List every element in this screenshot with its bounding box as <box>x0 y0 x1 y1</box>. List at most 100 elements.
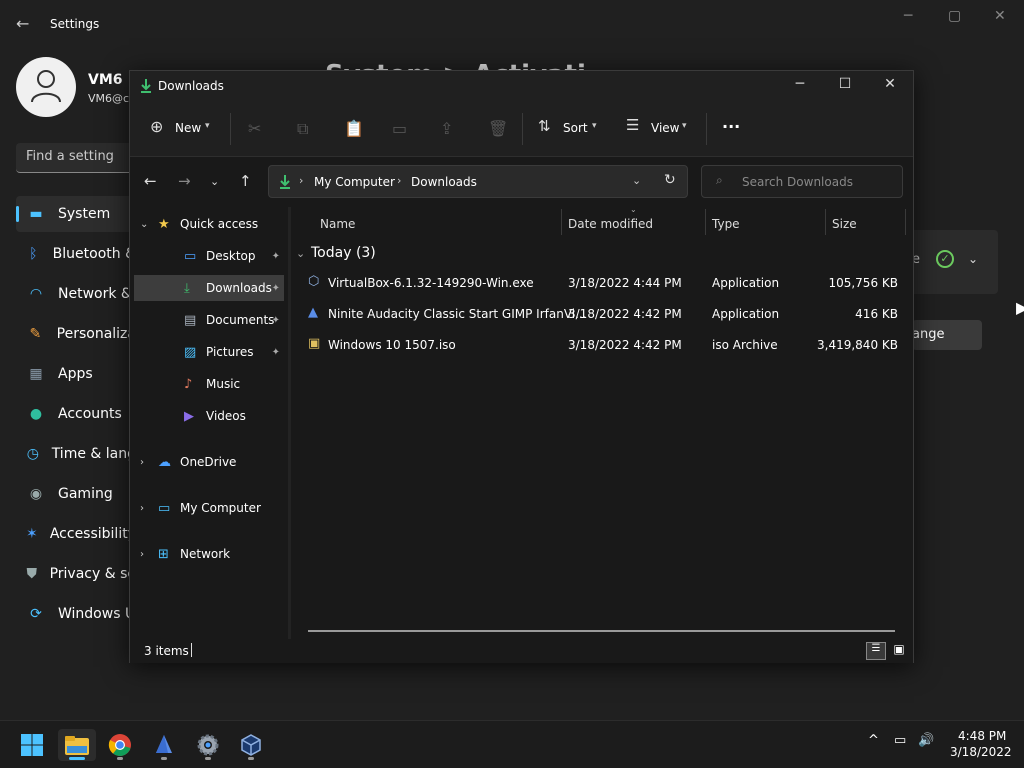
back-arrow-icon[interactable]: ← <box>144 172 157 190</box>
network-status-icon[interactable]: ▭ <box>894 733 906 748</box>
settings-nav-item[interactable]: ◷ Time & lang <box>16 436 136 472</box>
chevron-down-icon[interactable]: ▾ <box>682 121 687 131</box>
settings-nav-item[interactable]: ▦ Apps <box>16 356 136 392</box>
expand-chevron-down-icon[interactable]: ⌄ <box>140 219 148 230</box>
tree-item[interactable]: ⤓ Downloads ✦ <box>134 275 284 301</box>
pin-icon[interactable]: ✦ <box>272 347 280 358</box>
file-row[interactable]: ▲ Ninite Audacity Classic Start GIMP Irfa… <box>306 299 906 330</box>
up-arrow-icon[interactable]: ↑ <box>239 172 252 190</box>
view-icon[interactable]: ☰ <box>626 116 639 134</box>
column-separator[interactable] <box>561 209 562 235</box>
column-header-type[interactable]: Type <box>712 217 740 231</box>
cut-icon[interactable]: ✂ <box>248 119 261 138</box>
chrome-icon[interactable] <box>103 729 137 761</box>
tree-item[interactable]: › ⊞ Network <box>134 541 284 567</box>
file-row[interactable]: ⬡ VirtualBox-6.1.32-149290-Win.exe 3/18/20… <box>306 268 906 299</box>
settings-nav-item[interactable]: ⟳ Windows U <box>16 596 136 632</box>
column-header-size[interactable]: Size <box>832 217 857 231</box>
address-bar[interactable]: › My Computer › Downloads ⌄ ↻ <box>268 165 688 198</box>
forward-arrow-icon[interactable]: → <box>178 172 191 190</box>
clock-date[interactable]: 3/18/2022 <box>950 745 1012 759</box>
file-row[interactable]: ▣ Windows 10 1507.iso 3/18/2022 4:42 PM iso… <box>306 330 906 361</box>
tree-item[interactable]: ⌄ ★ Quick access <box>134 211 284 237</box>
share-icon[interactable]: ⇪ <box>440 119 453 138</box>
details-view-icon[interactable]: ☰ <box>866 642 886 660</box>
horizontal-scrollbar[interactable] <box>308 630 895 632</box>
column-header-date[interactable]: Date modified <box>568 217 653 231</box>
settings-nav-item[interactable]: ▬ System <box>16 196 136 232</box>
new-button[interactable]: New <box>175 121 201 135</box>
maximize-icon[interactable]: ▢ <box>948 8 961 24</box>
activation-panel[interactable]: e ✓ ⌄ <box>912 230 998 294</box>
pin-icon[interactable]: ✦ <box>272 283 280 294</box>
tree-item-label: Documents <box>206 313 275 327</box>
chevron-down-icon[interactable]: ▾ <box>205 121 210 131</box>
chevron-down-icon[interactable]: ⌄ <box>968 252 978 266</box>
windows-start-icon[interactable] <box>15 729 49 761</box>
tree-item[interactable]: › ▭ My Computer <box>134 495 284 521</box>
clock-time[interactable]: 4:48 PM <box>958 729 1006 743</box>
recent-locations-chevron-icon[interactable]: ⌄ <box>210 175 219 188</box>
pin-icon[interactable]: ✦ <box>272 251 280 262</box>
pin-icon[interactable]: ✦ <box>272 315 280 326</box>
group-collapse-chevron-icon[interactable]: ⌄ <box>296 247 305 260</box>
file-explorer-window[interactable]: Downloads ─ ☐ ✕ ⊕ New ▾ ✂ ⧉ 📋 ▭ ⇪ 🗑 ⇅ So… <box>129 70 914 663</box>
virtualbox-icon[interactable] <box>234 729 268 761</box>
column-separator[interactable] <box>905 209 906 235</box>
tree-item[interactable]: ♪ Music <box>134 371 284 397</box>
breadcrumb-root[interactable]: My Computer <box>314 175 395 189</box>
expand-chevron-right-icon[interactable]: › <box>140 457 144 468</box>
settings-nav-item[interactable]: ᛒ Bluetooth & <box>16 236 136 272</box>
settings-nav-item[interactable]: ◉ Gaming <box>16 476 136 512</box>
sort-indicator-icon: ⌄ <box>630 205 637 214</box>
sort-button[interactable]: Sort <box>563 121 588 135</box>
show-hidden-icons-chevron-icon[interactable]: ^ <box>868 733 879 748</box>
paste-icon[interactable]: 📋 <box>344 119 364 138</box>
rename-icon[interactable]: ▭ <box>392 119 407 138</box>
refresh-icon[interactable]: ↻ <box>664 172 676 188</box>
settings-nav-item[interactable]: ◠ Network & <box>16 276 136 312</box>
settings-nav-item[interactable]: ⛊ Privacy & se <box>16 556 136 592</box>
change-button[interactable]: ange <box>912 320 982 350</box>
volume-icon[interactable]: 🔊 <box>918 733 934 748</box>
chevron-down-icon[interactable]: ⌄ <box>632 174 641 187</box>
title-bar[interactable]: Downloads ─ ☐ ✕ <box>130 71 913 103</box>
breadcrumb-current[interactable]: Downloads <box>411 175 477 189</box>
tree-item[interactable]: ▭ Desktop ✦ <box>134 243 284 269</box>
column-header-name[interactable]: Name <box>320 217 355 231</box>
ninite-icon[interactable] <box>147 729 181 761</box>
settings-nav-item[interactable]: ✎ Personaliza <box>16 316 136 352</box>
new-plus-icon[interactable]: ⊕ <box>150 117 163 136</box>
running-indicator <box>161 757 167 760</box>
close-icon[interactable]: ✕ <box>994 8 1006 24</box>
expand-chevron-right-icon[interactable]: › <box>140 549 144 560</box>
settings-search-input[interactable]: Find a setting <box>16 143 136 173</box>
delete-icon[interactable]: 🗑 <box>488 119 508 138</box>
more-options-button[interactable]: ... <box>722 113 740 132</box>
expand-chevron-right-icon[interactable]: › <box>140 503 144 514</box>
sort-icon[interactable]: ⇅ <box>538 117 551 135</box>
settings-gear-icon[interactable] <box>191 729 225 761</box>
copy-icon[interactable]: ⧉ <box>297 119 308 139</box>
tree-item[interactable]: ▤ Documents ✦ <box>134 307 284 333</box>
minimize-icon[interactable]: ─ <box>780 76 820 98</box>
chevron-down-icon[interactable]: ▾ <box>592 121 597 131</box>
search-input[interactable]: ⌕ Search Downloads <box>701 165 903 198</box>
group-header[interactable]: Today (3) <box>311 245 376 261</box>
file-explorer-icon[interactable] <box>58 729 96 761</box>
settings-nav-item[interactable]: ● Accounts <box>16 396 136 432</box>
back-arrow-icon[interactable]: ← <box>16 14 29 33</box>
large-icons-view-icon[interactable]: ▣ <box>890 642 908 660</box>
column-separator[interactable] <box>705 209 706 235</box>
tree-item[interactable]: ▨ Pictures ✦ <box>134 339 284 365</box>
close-icon[interactable]: ✕ <box>870 76 910 98</box>
wifi-icon: ◠ <box>29 286 43 302</box>
tree-item[interactable]: › ☁ OneDrive <box>134 449 284 475</box>
view-button[interactable]: View <box>651 121 679 135</box>
pane-divider[interactable] <box>288 207 291 639</box>
settings-nav-item[interactable]: ✶ Accessibility <box>16 516 136 552</box>
column-separator[interactable] <box>825 209 826 235</box>
tree-item[interactable]: ▶ Videos <box>134 403 284 429</box>
minimize-icon[interactable]: ─ <box>904 8 912 24</box>
maximize-icon[interactable]: ☐ <box>825 76 865 98</box>
